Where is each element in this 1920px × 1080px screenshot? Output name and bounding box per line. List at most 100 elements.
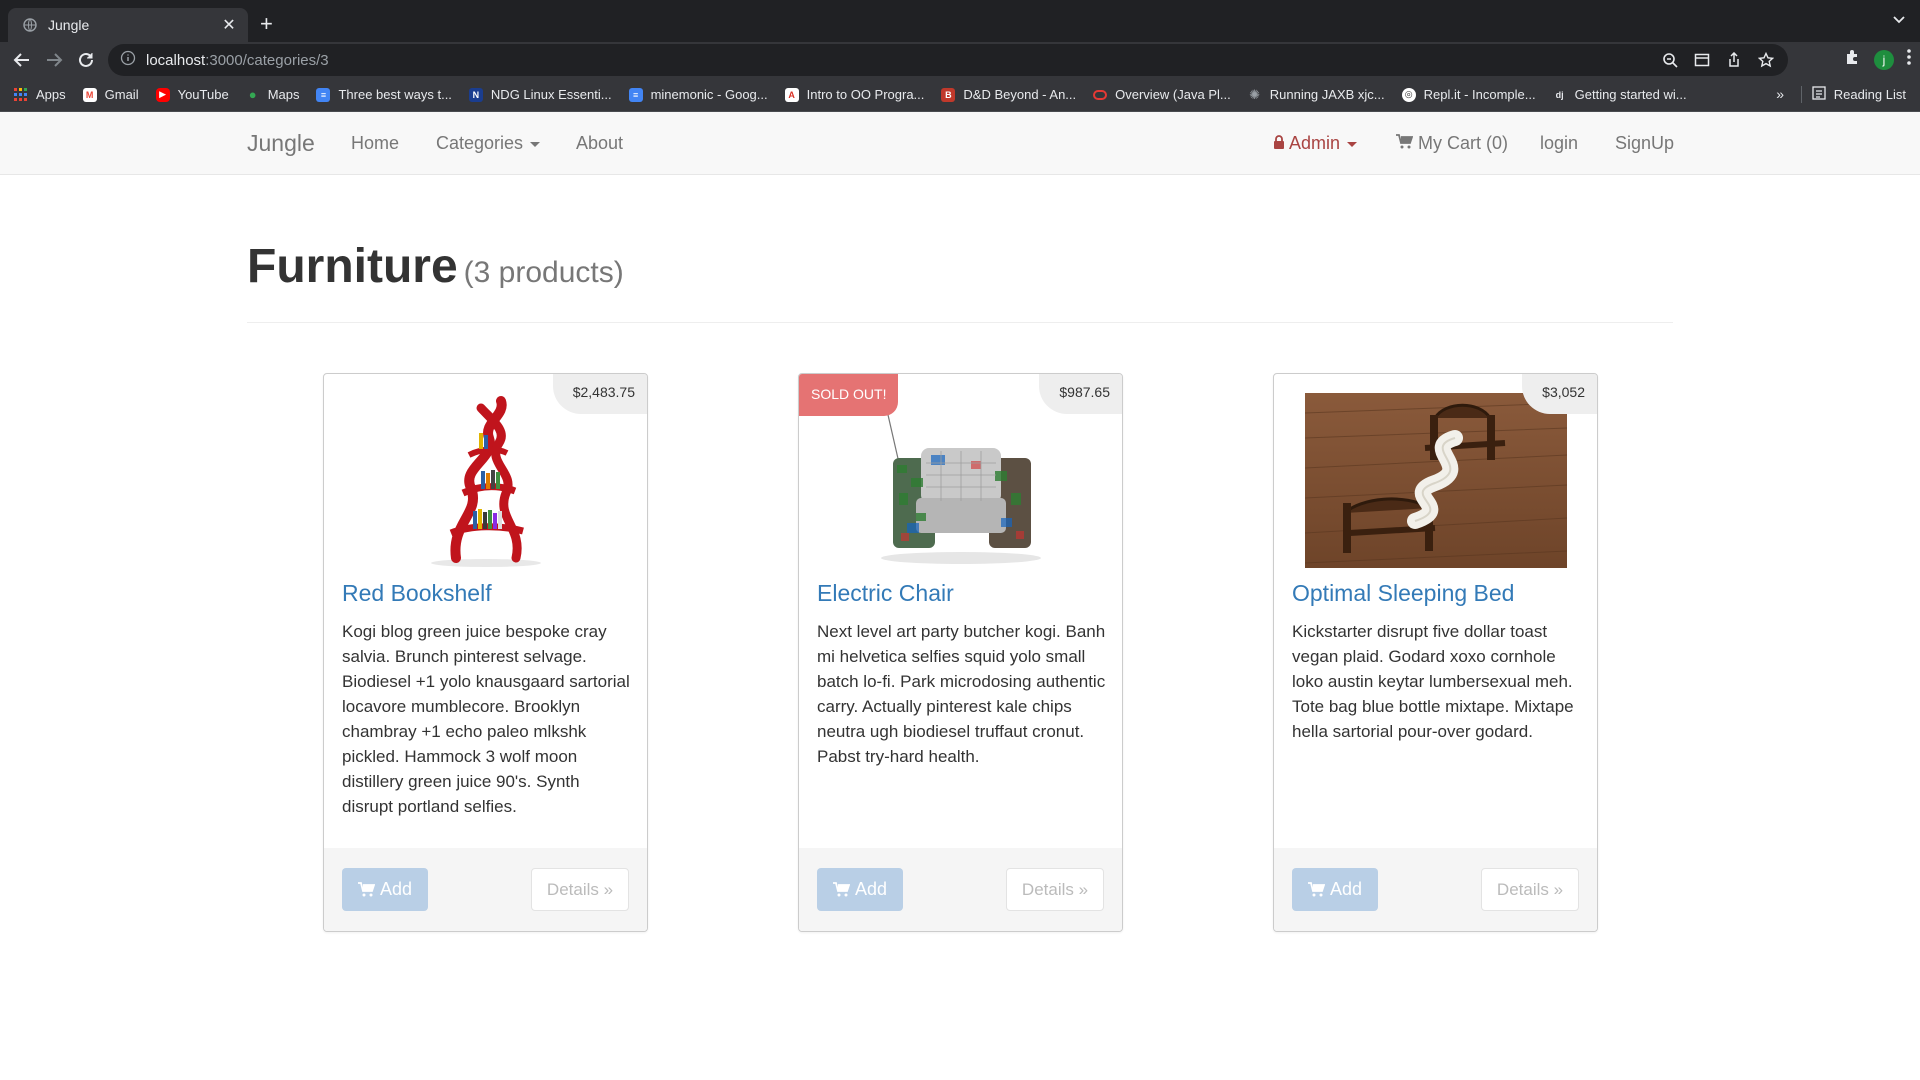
bookmark-label: Three best ways t... [338,87,452,102]
card-footer: Add Details » [324,848,647,931]
brand-link[interactable]: Jungle [247,130,315,157]
address-bar[interactable]: localhost:3000/categories/3 [108,44,1788,76]
ndg-icon: N [468,87,483,102]
caret-down-icon [1347,141,1358,147]
bookmark-label: Repl.it - Incomple... [1423,87,1536,102]
bookmark-label: Overview (Java Pl... [1115,87,1231,102]
bookmarks-bar: Apps M Gmail ▶ YouTube ● Maps ≡ Three be… [0,78,1920,112]
product-name-link[interactable]: Red Bookshelf [342,580,492,607]
bookmark-google-docs[interactable]: ≡ minemonic - Goog... [628,87,768,102]
nav-home[interactable]: Home [351,133,399,154]
product-description: Kogi blog green juice bespoke cray salvi… [342,622,630,816]
info-icon[interactable] [120,50,136,71]
document-icon: ≡ [628,87,643,102]
nav-signup[interactable]: SignUp [1615,133,1674,154]
url-host: localhost [146,51,206,69]
add-label: Add [379,879,413,899]
shopping-cart-icon [1307,882,1325,897]
nav-admin-label: Admin [1289,133,1341,153]
product-name-link[interactable]: Electric Chair [817,580,954,607]
bookmark-gmail[interactable]: M Gmail [82,87,139,102]
bookmark-label: Maps [267,87,300,102]
map-pin-icon: ● [248,87,257,102]
card-footer: Add Details » [799,848,1122,931]
more-menu-icon[interactable] [1906,48,1912,71]
reading-list-icon [1812,86,1826,103]
gear-icon: ✺ [1249,86,1261,102]
bookmark-label: Apps [36,87,66,102]
add-to-cart-button[interactable]: Add [1292,868,1378,911]
apps-grid-icon [14,87,28,102]
course-icon: A [784,87,799,102]
product-image[interactable] [324,393,647,568]
product-image[interactable] [799,393,1122,568]
product-name-link[interactable]: Optimal Sleeping Bed [1292,580,1514,607]
shopping-cart-icon [357,882,375,897]
forward-arrow-icon[interactable] [42,48,66,72]
extensions-icon[interactable] [1844,48,1862,71]
page-header: Furniture (3 products) [247,240,1673,323]
product-card: $2,483.75 Red Bookshelf Kogi blog green … [323,373,648,932]
nav-login[interactable]: login [1540,133,1578,154]
bookmark-youtube[interactable]: ▶ YouTube [155,87,229,102]
share-icon[interactable] [1724,50,1744,70]
tab-title: Jungle [48,17,90,33]
bookmark-label: minemonic - Goog... [650,87,768,102]
bookmark-dnd-beyond[interactable]: B D&D Beyond - An... [941,87,1076,102]
nav-cart[interactable]: My Cart (0) [1396,133,1508,154]
zoom-icon[interactable] [1660,50,1680,70]
bookmark-label: D&D Beyond - An... [963,87,1077,102]
product-count: (3 products) [463,256,624,289]
site-navbar: Jungle Home Categories About Admin My Ca… [0,112,1920,175]
nav-categories-dropdown[interactable]: Categories [436,133,541,154]
lock-icon [1273,133,1289,153]
bookmark-maps[interactable]: ● Maps [246,87,300,102]
install-app-icon[interactable] [1692,50,1712,70]
bookmark-ndg[interactable]: N NDG Linux Essenti... [468,87,612,102]
back-arrow-icon[interactable] [10,48,34,72]
browser-toolbar: localhost:3000/categories/3 j [0,42,1920,78]
nav-admin-dropdown[interactable]: Admin [1273,133,1358,154]
add-to-cart-button[interactable]: Add [342,868,428,911]
add-to-cart-button[interactable]: Add [817,868,903,911]
details-button[interactable]: Details » [1006,868,1104,911]
globe-icon [22,17,38,33]
bookmark-label: Running JAXB xjc... [1269,87,1385,102]
document-icon: ≡ [316,87,331,102]
nav-categories-label: Categories [436,133,524,153]
nav-about[interactable]: About [576,133,623,154]
bookmark-jaxb[interactable]: ✺ Running JAXB xjc... [1248,86,1385,103]
bookmark-django[interactable]: dj Getting started wi... [1553,87,1687,102]
profile-avatar[interactable]: j [1874,49,1894,70]
product-card: $3,052 Optimal Sleeping Bed Kickstarter … [1273,373,1598,932]
bookmark-label: YouTube [177,87,229,102]
reload-icon[interactable] [74,48,98,72]
bookmark-replit[interactable]: ◎ Repl.it - Incomple... [1401,87,1536,102]
product-image[interactable] [1274,393,1597,568]
youtube-icon: ▶ [155,87,170,102]
chevron-down-icon[interactable] [1892,12,1906,31]
new-tab-icon[interactable]: + [260,12,273,36]
reading-list-button[interactable]: Reading List [1800,86,1906,103]
browser-tab[interactable]: Jungle ✕ [8,8,248,42]
close-tab-icon[interactable]: ✕ [220,15,238,35]
bookmark-java[interactable]: Overview (Java Pl... [1093,87,1231,102]
nav-cart-label: My Cart (0) [1418,133,1509,153]
star-icon[interactable] [1756,50,1776,70]
sold-out-badge: SOLD OUT! [799,374,899,416]
price-tag: $3,052 [1522,374,1597,414]
shopping-cart-icon [832,882,850,897]
shopping-cart-icon [1396,133,1418,153]
bookmark-label: Gmail [104,87,139,102]
product-description: Next level art party butcher kogi. Banh … [817,622,1106,766]
details-button[interactable]: Details » [531,868,629,911]
reading-list-label: Reading List [1833,87,1906,102]
details-button[interactable]: Details » [1481,868,1579,911]
bookmark-oo-programming[interactable]: A Intro to OO Progra... [784,87,924,102]
bookmark-apps[interactable]: Apps [14,87,66,102]
more-bookmarks-icon[interactable]: » [1776,86,1784,102]
bookmark-docs[interactable]: ≡ Three best ways t... [316,87,452,102]
bookmark-label: Getting started wi... [1574,87,1687,102]
add-label: Add [1329,879,1363,899]
dnd-icon: B [941,87,956,102]
